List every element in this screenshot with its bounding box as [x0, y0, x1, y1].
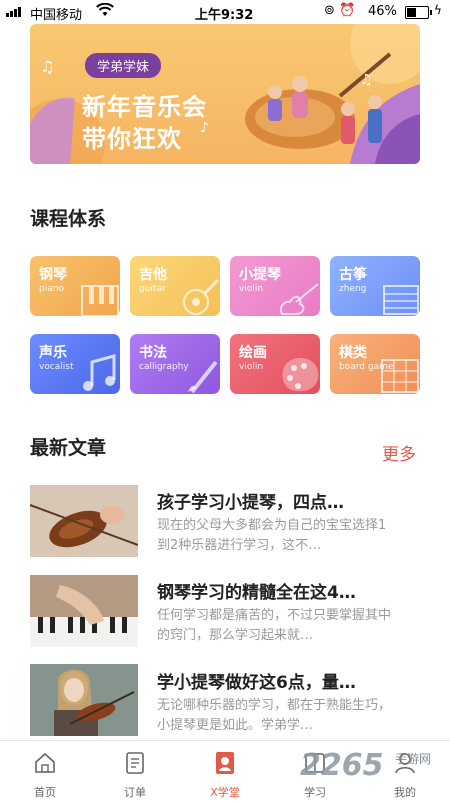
promo-banner[interactable]: ♫ ♪ ♫ 学弟学妹 新年音乐会 带你狂欢	[30, 24, 420, 164]
course-name: 棋类	[339, 345, 367, 361]
course-tile-board-game[interactable]: 棋类 board game	[330, 334, 420, 394]
tab-home[interactable]: 首页	[0, 741, 90, 801]
course-name: 书法	[139, 345, 167, 361]
banner-title-line2: 带你狂欢	[82, 125, 182, 153]
clock: 上午9:32	[195, 8, 254, 23]
articles-section-title: 最新文章	[30, 437, 107, 459]
school-icon	[216, 752, 234, 774]
violin-icon	[280, 283, 319, 315]
signal-icon	[6, 7, 24, 17]
course-sub: violin	[239, 362, 264, 372]
banner-tag: 学弟学妹	[85, 53, 162, 78]
banner-title-line1: 新年音乐会	[82, 93, 207, 121]
course-name: 吉他	[139, 267, 167, 283]
svg-text:♫: ♫	[40, 57, 54, 76]
article-description: 现在的父母大多都会为自己的宝宝选择1到2种乐器进行学习，这不…	[157, 518, 387, 553]
watermark-logo: 2265	[300, 748, 384, 783]
article-title: 钢琴学习的精髓全在这4…	[157, 583, 356, 603]
course-sub: guitar	[139, 284, 166, 294]
svg-text:♪: ♪	[200, 120, 209, 136]
article-title: 孩子学习小提琴，四点…	[157, 493, 344, 513]
tab-label: 首页	[34, 786, 56, 799]
status-bar: 中国移动 上午9:32 ⊚ ⏰ 46% ϟ	[0, 0, 450, 24]
course-name: 绘画	[239, 345, 267, 361]
zheng-icon	[383, 285, 419, 315]
course-name: 古筝	[339, 267, 367, 283]
article-description: 无论哪种乐器的学习，都在于熟能生巧，小提琴更是如此。学弟学…	[157, 698, 392, 733]
course-sub: zheng	[339, 284, 367, 294]
guitar-icon	[183, 278, 220, 315]
article-description: 任何学习都是痛苦的，不过只要掌握其中的窍门，那么学习起来就…	[157, 608, 392, 643]
board-game-icon	[381, 359, 419, 393]
wifi-icon	[96, 3, 114, 16]
course-tile-piano[interactable]: 钢琴 piano	[30, 256, 120, 316]
course-name: 钢琴	[39, 267, 67, 283]
course-sub: violin	[239, 284, 264, 294]
article-thumbnail-piano	[30, 575, 138, 647]
tab-orders[interactable]: 订单	[90, 741, 180, 801]
palette-icon	[282, 358, 319, 392]
article-title: 学小提琴做好这6点，量…	[157, 673, 356, 693]
tab-label: 订单	[124, 786, 146, 799]
home-icon	[35, 752, 55, 773]
charging-icon: ϟ	[434, 3, 442, 17]
battery-percent: 46%	[368, 4, 397, 19]
tab-label: 学习	[304, 786, 326, 799]
course-sub: calligraphy	[139, 362, 189, 372]
course-name: 小提琴	[239, 267, 281, 283]
brush-icon	[188, 360, 218, 394]
carrier-name: 中国移动	[30, 8, 83, 23]
order-icon	[126, 752, 144, 774]
course-tile-painting[interactable]: 绘画 violin	[230, 334, 320, 394]
music-note-icon	[83, 354, 116, 391]
svg-text:♫: ♫	[360, 72, 373, 88]
watermark-site: 手游网	[395, 752, 432, 766]
course-tile-vocal[interactable]: 声乐 vocalist	[30, 334, 120, 394]
courses-section-title: 课程体系	[30, 208, 107, 230]
tab-label: 我的	[394, 786, 416, 799]
course-tile-zheng[interactable]: 古筝 zheng	[330, 256, 420, 316]
course-sub: piano	[39, 284, 64, 294]
battery-icon	[405, 6, 432, 19]
more-link[interactable]: 更多	[382, 440, 416, 465]
tab-label: X学堂	[210, 786, 240, 799]
course-tile-calligraphy[interactable]: 书法 calligraphy	[130, 334, 220, 394]
piano-keys-icon	[81, 285, 119, 316]
course-tile-guitar[interactable]: 吉他 guitar	[130, 256, 220, 316]
tab-x-school[interactable]: X学堂	[180, 741, 270, 801]
course-name: 声乐	[39, 345, 67, 361]
course-sub: vocalist	[39, 362, 74, 372]
article-thumbnail-violinist	[30, 664, 138, 736]
rotation-lock-icon: ⊚ ⏰	[324, 3, 356, 18]
course-tile-violin[interactable]: 小提琴 violin	[230, 256, 320, 316]
article-thumbnail-violin	[30, 485, 138, 557]
